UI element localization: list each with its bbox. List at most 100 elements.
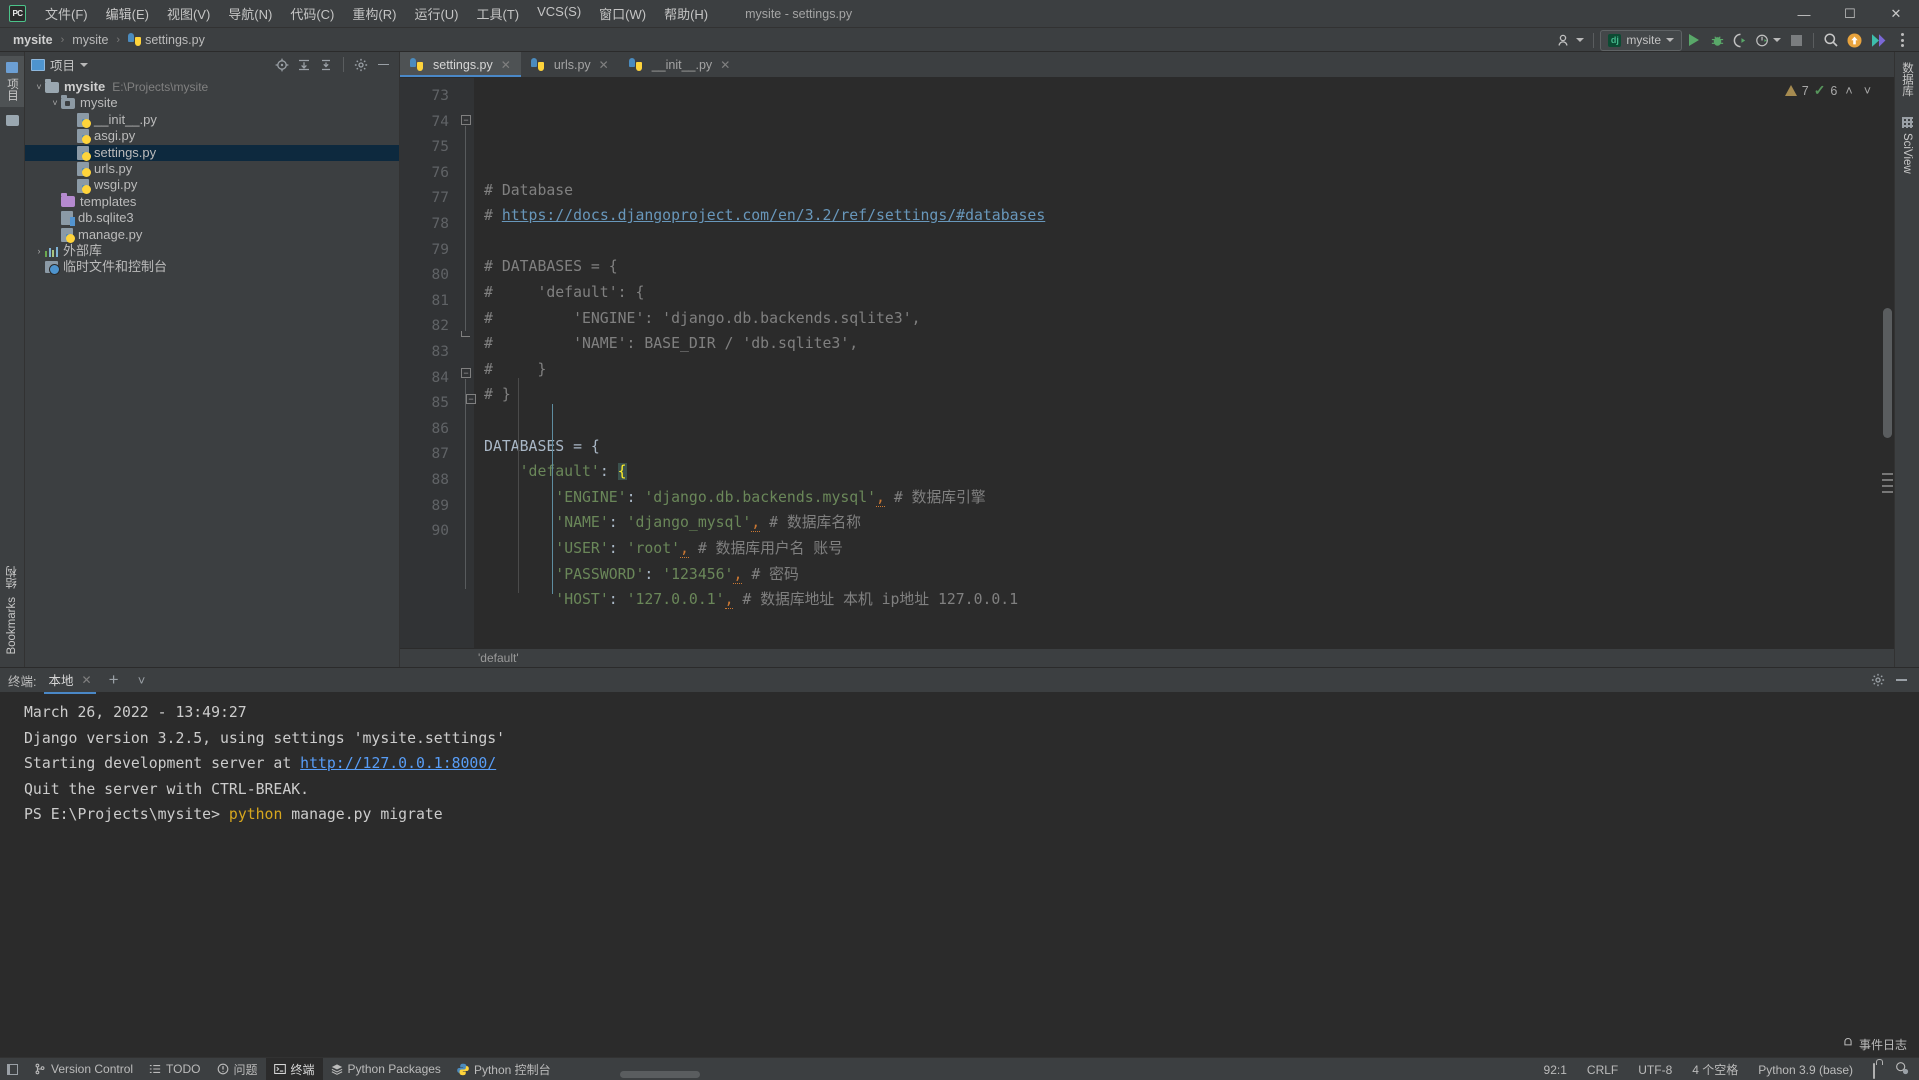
status-tool-2[interactable]: 问题: [209, 1058, 266, 1080]
run-configuration-selector[interactable]: dj mysite: [1600, 29, 1682, 51]
settings-button[interactable]: [1867, 29, 1890, 51]
breadcrumb-item-1[interactable]: mysite: [69, 32, 111, 48]
tree-item-urls.py[interactable]: urls.py: [25, 161, 399, 178]
fold-marker[interactable]: −: [461, 115, 471, 125]
gear-icon[interactable]: [1868, 670, 1888, 690]
terminal-dropdown-button[interactable]: ˅: [132, 670, 152, 690]
tree-item-wsgi.py[interactable]: wsgi.py: [25, 177, 399, 194]
tree-item----[interactable]: › 外部库: [25, 243, 399, 259]
editor-tab-settings-py[interactable]: settings.py ✕: [400, 52, 521, 77]
next-problem-icon[interactable]: ˅: [1861, 84, 1874, 98]
hide-panel-icon[interactable]: [1891, 670, 1911, 690]
sidebar-tab-sciview[interactable]: SciView: [1899, 113, 1915, 178]
profile-button[interactable]: [1752, 29, 1784, 51]
tree-expand-arrow[interactable]: ›: [33, 243, 45, 259]
commit-icon[interactable]: [5, 115, 19, 126]
tree-item-db.sqlite3[interactable]: db.sqlite3: [25, 210, 399, 227]
tree-expand-arrow[interactable]: ˅: [33, 79, 45, 95]
sidebar-tab-bookmarks[interactable]: Bookmarks: [4, 593, 20, 659]
tree-item-mysite[interactable]: ˅ mysite: [25, 95, 399, 111]
event-log-label: 事件日志: [1858, 1038, 1907, 1052]
chevron-down-icon[interactable]: [80, 62, 89, 67]
menu-item-9[interactable]: 窗口(W): [590, 1, 655, 26]
breadcrumb-item-0[interactable]: mysite: [10, 32, 56, 48]
run-button[interactable]: [1683, 29, 1705, 51]
inspection-widget[interactable]: 7 ✓ 6 ˄ ˅: [1784, 82, 1874, 99]
code-area[interactable]: # Database # https://docs.djangoproject.c…: [474, 78, 1894, 648]
project-tree[interactable]: ˅ mysite E:\Projects\mysite ˅ mysite __init__…: [25, 77, 399, 667]
terminal-link[interactable]: http://127.0.0.1:8000/: [300, 755, 496, 772]
locate-icon[interactable]: [272, 55, 292, 75]
horizontal-scrollbar[interactable]: [620, 1071, 700, 1078]
menu-item-8[interactable]: VCS(S): [528, 1, 590, 26]
menu-item-0[interactable]: 文件(F): [36, 1, 97, 26]
terminal-output[interactable]: March 26, 2022 - 13:49:27 Django version …: [0, 692, 1919, 1057]
sidebar-tab-project[interactable]: 项目: [0, 56, 24, 107]
fold-gutter[interactable]: − − −: [458, 78, 476, 648]
expand-all-icon[interactable]: [294, 55, 314, 75]
status-tool-3[interactable]: 终端: [265, 1057, 323, 1080]
maximize-button[interactable]: ☐: [1827, 0, 1873, 28]
lock-icon[interactable]: [1863, 1062, 1885, 1079]
minimize-button[interactable]: —: [1781, 0, 1827, 28]
menu-item-5[interactable]: 重构(R): [343, 1, 405, 26]
prev-problem-icon[interactable]: ˄: [1842, 84, 1855, 98]
fold-marker[interactable]: −: [461, 368, 471, 378]
user-account-button[interactable]: [1555, 29, 1587, 51]
close-icon[interactable]: ✕: [599, 58, 609, 72]
add-terminal-button[interactable]: +: [104, 670, 124, 690]
close-icon[interactable]: ✕: [501, 58, 511, 72]
status-right-4[interactable]: Python 3.9 (base): [1748, 1063, 1863, 1077]
editor-breadcrumb[interactable]: 'default': [400, 648, 1894, 667]
run-with-coverage-button[interactable]: [1729, 29, 1751, 51]
status-right-3[interactable]: 4 个空格: [1682, 1061, 1748, 1078]
line-number-gutter: 73 74 75 76 77 78 79 80 81 82 83 84 85 86 87 88 89 90: [400, 78, 458, 648]
collapse-all-icon[interactable]: [316, 55, 336, 75]
breadcrumb-item-2[interactable]: settings.py: [125, 32, 208, 48]
update-project-button[interactable]: [1843, 29, 1866, 51]
tree-item---------[interactable]: 临时文件和控制台: [25, 259, 399, 276]
hamburger-menu-button[interactable]: [1891, 29, 1913, 51]
terminal-tab-local[interactable]: 本地 ✕: [44, 667, 96, 694]
menu-item-4[interactable]: 代码(C): [281, 1, 343, 26]
menu-item-6[interactable]: 运行(U): [405, 1, 467, 26]
menu-item-10[interactable]: 帮助(H): [655, 1, 717, 26]
code-token: # DATABASES = {: [484, 258, 618, 276]
status-tool-5[interactable]: Python 控制台: [449, 1058, 559, 1080]
status-right-1[interactable]: CRLF: [1577, 1063, 1628, 1077]
close-icon[interactable]: ✕: [720, 58, 730, 72]
debug-button[interactable]: [1706, 29, 1728, 51]
tree-item-asgi.py[interactable]: asgi.py: [25, 128, 399, 145]
close-icon[interactable]: ✕: [82, 673, 92, 687]
tree-item-templates[interactable]: templates: [25, 193, 399, 210]
editor-scrollbar[interactable]: [1883, 308, 1892, 438]
search-everywhere-button[interactable]: [1820, 29, 1842, 51]
status-tool-0[interactable]: Version Control: [26, 1058, 141, 1080]
status-tool-4[interactable]: Python Packages: [323, 1058, 449, 1080]
tree-item-__init__.py[interactable]: __init__.py: [25, 112, 399, 128]
tree-expand-arrow[interactable]: ˅: [49, 95, 61, 111]
code-token[interactable]: https://docs.djangoproject.com/en/3.2/re…: [502, 207, 1045, 224]
status-right-0[interactable]: 92:1: [1534, 1063, 1577, 1077]
menu-item-2[interactable]: 视图(V): [158, 1, 219, 26]
tree-item-mysite[interactable]: ˅ mysite E:\Projects\mysite: [25, 78, 399, 95]
toggle-tool-windows-button[interactable]: [0, 1058, 25, 1080]
sidebar-tab-database[interactable]: 数据库: [1897, 58, 1917, 101]
editor-tab-urls-py[interactable]: urls.py ✕: [521, 52, 619, 77]
event-log-button[interactable]: 事件日志: [1842, 1036, 1907, 1053]
menu-item-3[interactable]: 导航(N): [219, 1, 281, 26]
sidebar-tab-structure[interactable]: 结构: [2, 562, 22, 593]
tree-item-manage.py[interactable]: manage.py: [25, 227, 399, 243]
status-right-2[interactable]: UTF-8: [1628, 1063, 1682, 1077]
status-tool-1[interactable]: TODO: [141, 1058, 208, 1080]
gear-icon[interactable]: [351, 55, 371, 75]
scrollbar-marker: [1882, 473, 1893, 475]
menu-item-1[interactable]: 编辑(E): [97, 1, 158, 26]
tree-item-settings.py[interactable]: settings.py: [25, 144, 399, 161]
menu-item-7[interactable]: 工具(T): [467, 1, 528, 26]
editor-tab-__init__-py[interactable]: __init__.py ✕: [619, 52, 741, 77]
close-button[interactable]: ✕: [1873, 0, 1919, 28]
hide-panel-icon[interactable]: [373, 55, 393, 75]
stop-button[interactable]: [1785, 29, 1807, 51]
inspection-level-icon[interactable]: [1885, 1061, 1919, 1078]
